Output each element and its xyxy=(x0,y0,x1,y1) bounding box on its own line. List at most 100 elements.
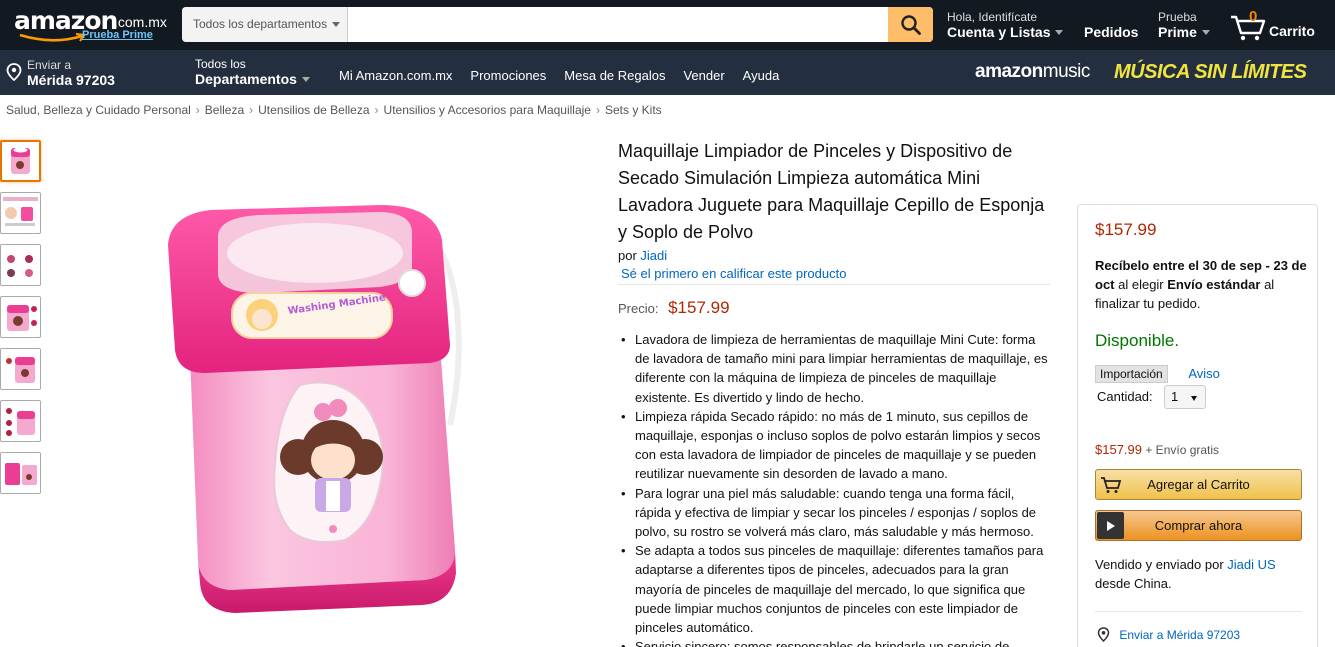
import-badge: Importación xyxy=(1095,365,1168,383)
subnav-link-vender[interactable]: Vender xyxy=(683,68,724,83)
buybox-deliver-to[interactable]: Enviar a Mérida 97203 xyxy=(1097,627,1241,643)
product-main-image[interactable]: Washing Machine xyxy=(150,195,470,615)
logo-domain: .com.mx xyxy=(114,14,167,30)
chevron-down-icon xyxy=(1055,30,1064,35)
shipping-total: $157.99 xyxy=(1095,442,1142,457)
feature-bullet: Servicio sincero: somos responsables de … xyxy=(618,637,1050,647)
search-department-select[interactable]: Todos los departamentos xyxy=(182,7,348,42)
breadcrumb-item[interactable]: Utensilios y Accesorios para Maquillaje xyxy=(384,103,591,117)
chevron-down-icon xyxy=(1191,396,1197,401)
brand-link[interactable]: Jiadi xyxy=(640,248,667,263)
cart-icon xyxy=(1096,470,1126,499)
feature-bullet: Lavadora de limpieza de herramientas de … xyxy=(618,330,1050,407)
price-value: $157.99 xyxy=(668,298,730,317)
breadcrumb-separator: › xyxy=(595,103,600,117)
info-thumbnail-icon xyxy=(3,197,38,226)
quantity-row: Cantidad: 1 xyxy=(1097,385,1206,409)
buy-now-button[interactable]: Comprar ahora xyxy=(1095,510,1302,541)
subnav-link-promociones[interactable]: Promociones xyxy=(470,68,546,83)
rate-product-link[interactable]: Sé el primero en calificar este producto xyxy=(621,266,1050,281)
package-thumbnail-icon xyxy=(5,463,37,485)
delivery-method: Envío estándar xyxy=(1167,277,1261,292)
quantity-value: 1 xyxy=(1171,389,1179,404)
account-lists-menu[interactable]: Hola, Identifícate Cuenta y Listas xyxy=(947,10,1064,41)
mini-washing-machine-image: Washing Machine xyxy=(168,205,462,613)
subnav-links: Mi Amazon.com.mx Promociones Mesa de Reg… xyxy=(339,68,797,83)
quantity-select[interactable]: 1 xyxy=(1164,385,1206,409)
promo-brand-amazon: amazon xyxy=(975,61,1043,82)
search-button[interactable] xyxy=(888,7,933,42)
add-to-cart-label: Agregar al Carrito xyxy=(1147,477,1250,492)
cart-link[interactable]: 0 Carrito xyxy=(1230,8,1330,42)
washer-detail-thumbnail-icon xyxy=(7,305,37,331)
shipping-price: $157.99 + Envío gratis xyxy=(1095,442,1219,457)
deliver-to-city: Mérida 97203 xyxy=(27,72,115,88)
sold-by-prefix: Vendido y enviado por xyxy=(1095,557,1224,572)
prime-label: Prime xyxy=(1158,24,1210,41)
chevron-down-icon xyxy=(1201,30,1210,35)
price-row: Precio: $157.99 xyxy=(618,298,730,318)
top-navbar: amazon .com.mx Prueba Prime Todos los de… xyxy=(0,0,1335,50)
buybox-deliver-to-label: Enviar a Mérida 97203 xyxy=(1119,628,1241,642)
thumbnail-1[interactable] xyxy=(0,140,41,182)
try-prime-link[interactable]: Prueba Prime xyxy=(82,29,153,41)
brand-byline: por Jiadi xyxy=(618,248,1050,263)
parts-thumbnail-icon xyxy=(7,255,33,277)
cart-count: 0 xyxy=(1249,8,1258,25)
promo-brand-music: music xyxy=(1042,61,1091,82)
feature-bullet: Limpieza rápida Secado rápido: no más de… xyxy=(618,407,1050,484)
subnav-link-mesa-de-regalos[interactable]: Mesa de Regalos xyxy=(564,68,665,83)
seller-link[interactable]: Jiadi US xyxy=(1227,557,1275,572)
washer-thumbnail-icon xyxy=(11,147,30,174)
amazon-music-promo[interactable]: amazonmusic xyxy=(975,61,1090,83)
delivery-estimate: Recíbelo entre el 30 de sep - 23 de oct … xyxy=(1095,256,1309,313)
chevron-down-icon xyxy=(332,22,340,27)
play-arrow-icon xyxy=(1097,512,1124,539)
breadcrumb-item[interactable]: Belleza xyxy=(205,103,244,117)
search-department-label: Todos los departamentos xyxy=(193,17,328,31)
buy-now-label: Comprar ahora xyxy=(1154,518,1243,533)
thumbnail-2[interactable] xyxy=(0,192,41,234)
subnav-link-mi-amazon[interactable]: Mi Amazon.com.mx xyxy=(339,68,452,83)
free-shipping-label: + Envío gratis xyxy=(1145,443,1220,457)
feature-bullets: Lavadora de limpieza de herramientas de … xyxy=(618,330,1050,647)
sold-by-suffix: desde China. xyxy=(1095,576,1172,591)
divider xyxy=(618,284,1050,285)
washer-side-thumbnail-icon xyxy=(6,357,35,383)
buy-box: $157.99 Recíbelo entre el 30 de sep - 23… xyxy=(1077,204,1318,647)
amazon-music-slogan[interactable]: MÚSICA SIN LÍMITES xyxy=(1114,61,1307,84)
breadcrumb-separator: › xyxy=(195,103,200,117)
feature-bullet: Para lograr una piel más saludable: cuan… xyxy=(618,484,1050,542)
import-notice-link[interactable]: Aviso xyxy=(1188,366,1220,381)
deliver-to-label: Enviar a xyxy=(27,58,72,72)
secondary-navbar: Enviar a Mérida 97203 Todos los Departam… xyxy=(0,50,1335,95)
breadcrumb-separator: › xyxy=(249,103,254,117)
thumbnail-5[interactable] xyxy=(0,348,41,390)
all-departments-menu[interactable]: Todos los Departamentos xyxy=(195,57,310,88)
product-details: Maquillaje Limpiador de Pinceles y Dispo… xyxy=(618,138,1050,281)
thumbnail-6[interactable] xyxy=(0,400,41,442)
orders-link[interactable]: Pedidos xyxy=(1084,24,1138,41)
departments-label: Departamentos xyxy=(195,71,310,88)
orders-label: Pedidos xyxy=(1084,24,1139,40)
breadcrumb-item[interactable]: Sets y Kits xyxy=(605,103,662,117)
amazon-logo[interactable]: amazon .com.mx Prueba Prime xyxy=(14,4,174,46)
breadcrumb-item[interactable]: Salud, Belleza y Cuidado Personal xyxy=(6,103,191,117)
thumbnail-4[interactable] xyxy=(0,296,41,338)
breadcrumb-separator: › xyxy=(374,103,379,117)
search-input[interactable] xyxy=(349,7,887,42)
breadcrumb-item[interactable]: Utensilios de Belleza xyxy=(258,103,369,117)
location-pin-icon xyxy=(1097,627,1110,643)
add-to-cart-button[interactable]: Agregar al Carrito xyxy=(1095,469,1302,500)
by-prefix: por xyxy=(618,248,637,263)
seller-info: Vendido y enviado por Jiadi US desde Chi… xyxy=(1095,555,1309,593)
thumbnail-3[interactable] xyxy=(0,244,41,286)
delivery-mid: al elegir xyxy=(1114,277,1168,292)
feature-bullet: Se adapta a todos sus pinceles de maquil… xyxy=(618,541,1050,637)
prime-menu[interactable]: Prueba Prime xyxy=(1158,10,1210,41)
divider xyxy=(1095,611,1302,612)
account-lists-label: Cuenta y Listas xyxy=(947,24,1064,41)
subnav-link-ayuda[interactable]: Ayuda xyxy=(743,68,780,83)
thumbnail-7[interactable] xyxy=(0,452,41,494)
prime-small-label: Prueba xyxy=(1158,10,1197,24)
